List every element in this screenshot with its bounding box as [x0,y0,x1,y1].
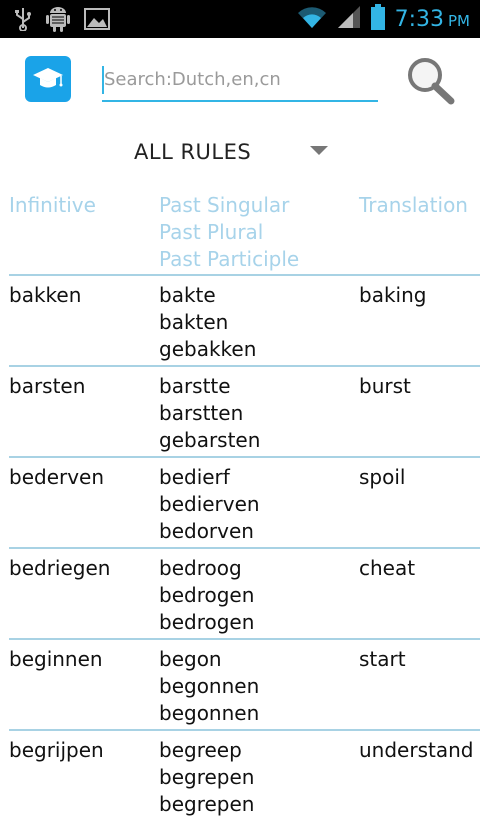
cell-past-forms: barstte barstten gebarsten [159,373,260,454]
table-row[interactable]: bedriegen bedroog bedrogen bedrogen chea… [9,547,480,638]
cell-past-forms: bedierf bedierven bedorven [159,464,260,545]
cell-past-forms: begreep begrepen begrepen [159,737,254,818]
search-button[interactable] [404,56,458,106]
cell-past-singular: begreep [159,738,242,762]
header-past-plural: Past Plural [159,220,264,244]
cell-translation: understand [359,738,474,762]
table-row[interactable]: bederven bedierf bedierven bedorven spoi… [9,456,480,547]
usb-icon [14,7,32,35]
graduation-cap-icon [25,68,71,106]
cell-past-singular: bedierf [159,465,230,489]
image-icon [84,8,110,34]
cell-past-plural: bakten [159,310,229,334]
cell-past-plural: barstten [159,401,244,425]
status-bar: 7:33 PM [0,0,480,38]
cell-past-plural: begonnen [159,674,260,698]
table-row[interactable]: barsten barstte barstten gebarsten burst [9,365,480,456]
cell-infinitive: beginnen [9,647,103,671]
caret-down-icon [310,146,328,155]
cell-past-participle: gebarsten [159,428,261,452]
rules-filter-label: ALL RULES [134,140,252,164]
cell-infinitive: bakken [9,283,82,307]
cell-translation: burst [359,374,411,398]
search-underline [102,100,378,102]
cell-past-participle: bedorven [159,519,254,543]
search-input[interactable] [102,64,378,94]
verb-list[interactable]: bakken bakte bakten gebakken baking bars… [0,274,480,820]
android-debug-icon [46,6,70,36]
cell-infinitive: barsten [9,374,86,398]
status-time: 7:33 PM [394,6,470,32]
header-translation: Translation [359,193,468,217]
cell-past-singular: bedroog [159,556,242,580]
cell-translation: start [359,647,406,671]
cell-infinitive: begrijpen [9,738,104,762]
cell-past-forms: bakte bakten gebakken [159,282,256,363]
cell-past-forms: bedroog bedrogen bedrogen [159,555,254,636]
app-logo[interactable] [25,56,71,102]
cell-past-singular: begon [159,647,222,671]
cell-past-plural: bedierven [159,492,260,516]
cell-infinitive: bederven [9,465,105,489]
cell-infinitive: bedriegen [9,556,111,580]
cell-past-singular: barstte [159,374,231,398]
header-past-participle: Past Participle [159,247,300,271]
table-row[interactable]: begrijpen begreep begrepen begrepen unde… [9,729,480,820]
cell-past-forms: begon begonnen begonnen [159,646,259,727]
table-row[interactable]: bakken bakte bakten gebakken baking [9,274,480,365]
signal-icon [337,5,361,33]
cell-past-singular: bakte [159,283,216,307]
search-icon [404,58,458,110]
cell-past-plural: begrepen [159,765,255,789]
cell-past-participle: begonnen [159,701,260,725]
rules-filter-dropdown[interactable]: ALL RULES [120,134,340,172]
table-row[interactable]: beginnen begon begonnen begonnen start [9,638,480,729]
header-infinitive: Infinitive [9,193,96,217]
table-header: Infinitive Past Singular Past Plural Pas… [0,190,480,274]
battery-icon [370,4,385,34]
header-past-singular: Past Singular [159,193,290,217]
cell-past-participle: begrepen [159,792,255,816]
cell-past-participle: gebakken [159,337,257,361]
cell-past-participle: bedrogen [159,610,255,634]
cell-past-plural: bedrogen [159,583,255,607]
search-field[interactable] [102,58,378,102]
wifi-icon [297,5,327,33]
cell-translation: baking [359,283,427,307]
cell-translation: spoil [359,465,406,489]
text-cursor [102,66,104,94]
cell-translation: cheat [359,556,416,580]
